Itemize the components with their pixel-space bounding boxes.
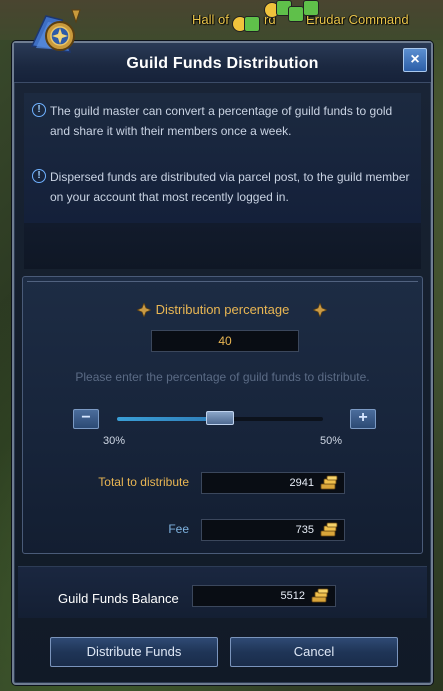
info-divider [24,223,421,269]
close-button[interactable]: × [403,48,427,72]
increase-button[interactable]: + [350,409,376,429]
map-quest-icon [303,0,319,16]
info-icon: ! [32,169,46,183]
fee-label: Fee [168,522,189,536]
total-value: 2941 [289,477,314,489]
slider-fill [117,417,220,421]
gold-icon [311,588,329,603]
distribute-funds-button[interactable]: Distribute Funds [50,637,218,667]
info-text-parcel: Dispersed funds are distributed via parc… [50,170,410,204]
info-row-parcel: ! Dispersed funds are distributed via pa… [28,167,413,207]
balance-value-field: 5512 [192,585,336,607]
minus-icon: − [81,409,91,426]
gold-icon [320,475,338,490]
info-area: ! The guild master can convert a percent… [24,93,421,223]
total-label: Total to distribute [98,475,189,489]
percentage-input[interactable]: 40 [151,330,299,352]
guild-funds-window: Guild Funds Distribution × ! The guild m… [12,41,433,685]
info-row-conversion: ! The guild master can convert a percent… [28,101,413,141]
decrease-button[interactable]: − [73,409,99,429]
total-value-field: 2941 [201,472,345,494]
range-min-label: 30% [103,435,126,447]
fee-value-field: 735 [201,519,345,541]
map-label-erudar-command: Erudar Command [306,12,409,27]
close-icon: × [410,51,420,68]
range-max-label: 50% [320,435,343,447]
gold-icon [320,522,338,537]
balance-label: Guild Funds Balance [58,591,179,606]
slider-handle[interactable] [206,411,234,425]
plus-icon: + [358,409,368,426]
cancel-button[interactable]: Cancel [230,637,398,667]
map-label-hall: Hall of [192,12,229,27]
ornament-right-icon [313,303,327,317]
map-quest-icon [244,16,260,32]
distribution-panel: Distribution percentage 40 Please enter … [22,276,423,554]
info-icon: ! [32,103,46,117]
balance-value: 5512 [280,590,305,602]
panel-divider [27,281,418,289]
info-text-conversion: The guild master can convert a percentag… [50,104,393,138]
distribution-title: Distribution percentage [155,302,290,317]
fee-value: 735 [295,524,314,536]
map-quest-icon [288,6,304,22]
percentage-hint: Please enter the percentage of guild fun… [75,370,370,384]
guild-emblem-icon [30,9,81,53]
